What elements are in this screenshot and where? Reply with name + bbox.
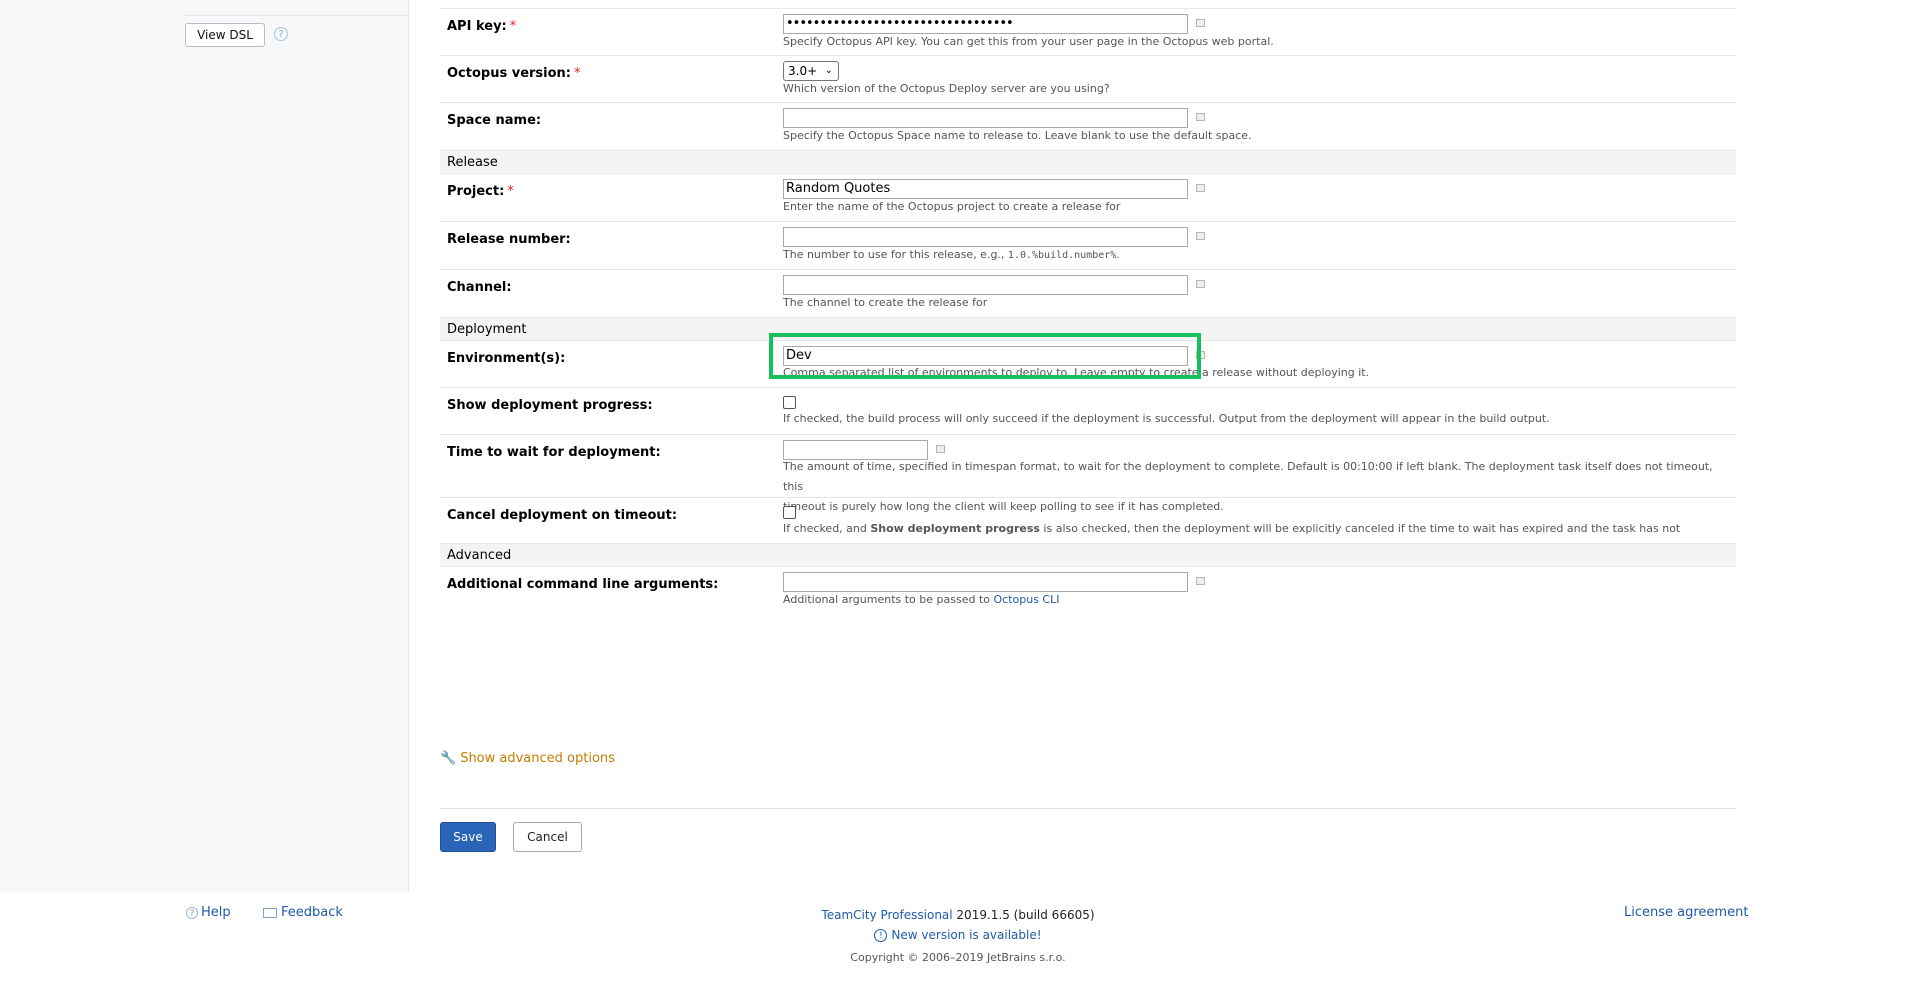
release-number-note-end: . — [1116, 248, 1120, 261]
octopus-version-note: Which version of the Octopus Deploy serv… — [783, 82, 1110, 95]
row-show-progress: Show deployment progress: If checked, th… — [440, 388, 1736, 435]
project-label: Project: — [447, 184, 505, 199]
wrench-icon: 🔧 — [440, 751, 457, 766]
footer-feedback-label: Feedback — [281, 905, 343, 920]
show-progress-note: If checked, the build process will only … — [783, 412, 1550, 425]
parameter-picker-icon[interactable] — [1196, 232, 1205, 240]
release-number-note-text: The number to use for this release, e.g.… — [783, 248, 1008, 261]
form-divider — [440, 808, 1736, 809]
envelope-icon — [263, 907, 277, 918]
api-key-label: API key: — [447, 19, 507, 34]
sidebar-divider — [185, 15, 408, 16]
environments-label: Environment(s): — [447, 351, 566, 366]
space-name-note: Specify the Octopus Space name to releas… — [783, 129, 1252, 142]
release-number-example: 1.0.%build.number% — [1007, 250, 1117, 261]
octopus-version-value: 3.0+ — [788, 64, 818, 78]
required-marker: * — [507, 184, 514, 199]
octopus-version-label: Octopus version: — [447, 66, 572, 81]
row-space-name: Space name: Specify the Octopus Space na… — [440, 103, 1736, 151]
footer: ? Help Feedback TeamCity Professional 201… — [0, 893, 1920, 995]
parameter-picker-icon[interactable] — [1196, 184, 1205, 192]
show-advanced-options-label: Show advanced options — [460, 751, 615, 766]
row-octopus-version: Octopus version: * 3.0+ ⌄ Which version of… — [440, 56, 1736, 103]
show-advanced-options-link[interactable]: 🔧 Show advanced options — [440, 751, 615, 766]
row-channel: Channel: The channel to create the relea… — [440, 270, 1736, 318]
channel-input[interactable] — [783, 275, 1188, 295]
project-input[interactable]: Random Quotes — [783, 179, 1188, 199]
cancel-on-timeout-checkbox[interactable] — [783, 506, 796, 519]
row-project: Project: * Random Quotes Enter the name o… — [440, 174, 1736, 222]
footer-product-info: TeamCity Professional 2019.1.5 (build 66… — [808, 905, 1108, 964]
row-api-key: API key: * ••••••••••••••••••••••••••••••… — [440, 9, 1736, 56]
footer-help-label: Help — [201, 905, 231, 920]
required-marker: * — [574, 66, 581, 81]
info-icon: ! — [874, 929, 888, 942]
sidebar: View DSL ? — [0, 0, 409, 892]
row-additional-args: Additional command line arguments: Addit… — [440, 567, 1736, 615]
footer-help-link[interactable]: ? Help — [186, 905, 231, 920]
new-version-link[interactable]: ! New version is available! — [808, 925, 1108, 945]
question-circle-icon: ? — [186, 906, 198, 919]
parameter-picker-icon[interactable] — [1196, 280, 1205, 288]
release-number-note: The number to use for this release, e.g.… — [783, 245, 1713, 266]
release-number-input[interactable] — [783, 227, 1188, 247]
cancel-note-text: If checked, and — [783, 522, 871, 535]
parameter-picker-icon[interactable] — [1196, 19, 1205, 27]
parameter-picker-icon[interactable] — [1196, 113, 1205, 121]
row-release-number: Release number: The number to use for th… — [440, 222, 1736, 270]
view-dsl-button[interactable]: View DSL — [185, 23, 265, 47]
space-name-label: Space name: — [447, 113, 542, 128]
additional-args-input[interactable] — [783, 572, 1188, 592]
license-agreement-link[interactable]: License agreement — [1624, 905, 1748, 920]
project-label-wrap: Project: * — [447, 184, 514, 199]
release-number-label: Release number: — [447, 232, 571, 247]
chevron-down-icon: ⌄ — [824, 65, 833, 76]
parameter-picker-icon[interactable] — [1196, 577, 1205, 585]
octopus-version-select[interactable]: 3.0+ ⌄ — [783, 61, 839, 81]
additional-args-note: Additional arguments to be passed to Oct… — [783, 590, 1713, 610]
teamcity-link[interactable]: TeamCity Professional — [821, 908, 952, 922]
api-key-note: Specify Octopus API key. You can get thi… — [783, 35, 1274, 48]
cancel-on-timeout-label: Cancel deployment on timeout: — [447, 508, 678, 523]
channel-label: Channel: — [447, 280, 512, 295]
new-version-label: New version is available! — [891, 928, 1042, 942]
additional-args-label: Additional command line arguments: — [447, 577, 719, 592]
highlight-box — [769, 333, 1201, 379]
octopus-version-label-wrap: Octopus version: * — [447, 66, 581, 81]
footer-feedback-link[interactable]: Feedback — [263, 905, 343, 920]
cancel-button[interactable]: Cancel — [513, 822, 582, 852]
save-button[interactable]: Save — [440, 822, 496, 852]
row-cancel-on-timeout: Cancel deployment on timeout: If checked… — [440, 498, 1736, 555]
copyright: Copyright © 2006–2019 JetBrains s.r.o. — [850, 951, 1066, 964]
section-advanced: Advanced — [440, 544, 1736, 567]
section-release: Release — [440, 151, 1736, 174]
help-icon[interactable]: ? — [274, 27, 288, 41]
show-progress-label: Show deployment progress: — [447, 398, 653, 413]
api-key-label-wrap: API key: * — [447, 19, 516, 34]
api-key-input[interactable]: •••••••••••••••••••••••••••••••••• — [783, 14, 1188, 34]
cancel-note-bold: Show deployment progress — [870, 522, 1040, 535]
wait-time-label: Time to wait for deployment: — [447, 445, 661, 460]
parameter-picker-icon[interactable] — [936, 445, 945, 453]
space-name-input[interactable] — [783, 108, 1188, 128]
row-environments: Environment(s): Dev Comma separated list… — [440, 333, 1736, 388]
show-progress-checkbox[interactable] — [783, 396, 796, 409]
row-wait-time: Time to wait for deployment: The amount … — [440, 435, 1736, 513]
wait-time-note-line1: The amount of time, specified in timespa… — [783, 460, 1713, 493]
additional-args-note-text: Additional arguments to be passed to — [783, 593, 994, 606]
project-note: Enter the name of the Octopus project to… — [783, 200, 1121, 213]
octopus-cli-link[interactable]: Octopus CLI — [994, 593, 1060, 606]
version-text: 2019.1.5 (build 66605) — [952, 908, 1095, 922]
required-marker: * — [509, 19, 517, 34]
channel-note: The channel to create the release for — [783, 296, 988, 309]
